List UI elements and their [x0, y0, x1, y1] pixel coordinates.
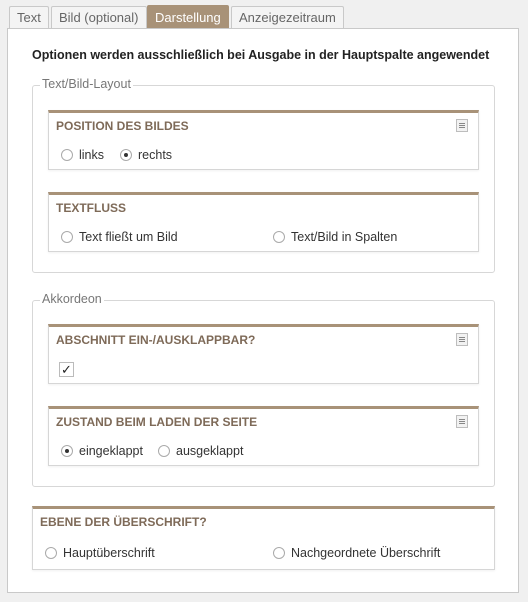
field-position-des-bildes: POSITION DES BILDES links rechts [48, 110, 479, 170]
tab-anzeigezeitraum[interactable]: Anzeigezeitraum [231, 6, 344, 28]
help-document-icon[interactable] [456, 333, 468, 346]
tab-text[interactable]: Text [9, 6, 49, 28]
radio-label-links: links [79, 148, 105, 162]
tab-bild-optional[interactable]: Bild (optional) [51, 6, 147, 28]
settings-panel: Optionen werden ausschließlich bei Ausga… [7, 28, 519, 593]
radio-label-eingeklappt: eingeklappt [79, 444, 143, 458]
radio-label-hauptueberschrift: Hauptüberschrift [63, 546, 155, 560]
field-zustand-beim-laden: ZUSTAND BEIM LADEN DER SEITE eingeklappt… [48, 406, 479, 466]
radio-label-spalten: Text/Bild in Spalten [291, 230, 398, 244]
radio-rechts[interactable] [120, 149, 132, 161]
field-textfluss: TEXTFLUSS Text fließt um Bild Text/Bild … [48, 192, 479, 252]
radio-text-fliesst-um-bild[interactable] [61, 231, 73, 243]
field-ebene-der-ueberschrift: EBENE DER ÜBERSCHRIFT? Hauptüberschrift … [32, 506, 495, 570]
radio-nachgeordnete-ueberschrift[interactable] [273, 547, 285, 559]
field-title: TEXTFLUSS [56, 201, 127, 215]
radio-eingeklappt[interactable] [61, 445, 73, 457]
help-document-icon[interactable] [456, 415, 468, 428]
radio-label-nachgeordnete: Nachgeordnete Überschrift [291, 546, 441, 560]
checkbox-ausklappbar[interactable]: ✓ [59, 362, 74, 377]
intro-text: Optionen werden ausschließlich bei Ausga… [32, 48, 490, 62]
field-title: ZUSTAND BEIM LADEN DER SEITE [56, 415, 258, 429]
group-text-bild-layout: Text/Bild-Layout POSITION DES BILDES lin… [32, 77, 495, 273]
radio-label-ausgeklappt: ausgeklappt [176, 444, 244, 458]
field-title: ABSCHNITT EIN-/AUSKLAPPBAR? [56, 333, 256, 347]
group-legend: Akkordeon [40, 292, 104, 306]
radio-label-text-fliesst: Text fließt um Bild [79, 230, 178, 244]
radio-ausgeklappt[interactable] [158, 445, 170, 457]
field-title: POSITION DES BILDES [56, 119, 189, 133]
radio-hauptueberschrift[interactable] [45, 547, 57, 559]
radio-links[interactable] [61, 149, 73, 161]
radio-text-bild-in-spalten[interactable] [273, 231, 285, 243]
tab-darstellung[interactable]: Darstellung [147, 5, 229, 29]
field-abschnitt-ausklappbar: ABSCHNITT EIN-/AUSKLAPPBAR? ✓ [48, 324, 479, 384]
radio-label-rechts: rechts [138, 148, 173, 162]
group-akkordeon: Akkordeon ABSCHNITT EIN-/AUSKLAPPBAR? ✓ … [32, 292, 495, 487]
group-legend: Text/Bild-Layout [40, 77, 133, 91]
field-title: EBENE DER ÜBERSCHRIFT? [40, 515, 207, 529]
help-document-icon[interactable] [456, 119, 468, 132]
